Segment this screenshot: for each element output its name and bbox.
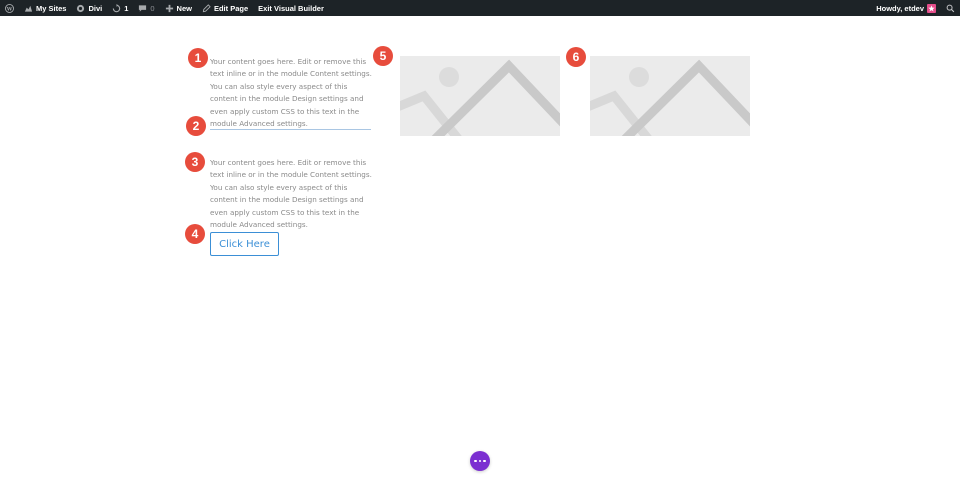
divider-module[interactable] [210, 129, 371, 130]
edit-page-link[interactable]: Edit Page [197, 0, 253, 16]
edit-page-label: Edit Page [213, 3, 249, 13]
svg-text:W: W [6, 6, 13, 12]
admin-bar: W My Sites Divi 1 0 New Edit Page Exit V… [0, 0, 960, 16]
search-button[interactable] [941, 0, 960, 16]
text-module-1[interactable]: Your content goes here. Edit or remove t… [210, 56, 372, 130]
my-sites-menu[interactable]: My Sites [19, 0, 71, 16]
exit-visual-builder-link[interactable]: Exit Visual Builder [253, 0, 329, 16]
account-menu[interactable]: Howdy, etdev [871, 0, 941, 16]
page-settings-button[interactable] [470, 451, 490, 471]
plus-icon [165, 4, 173, 12]
image-placeholder-icon [400, 56, 560, 136]
new-label: New [176, 3, 192, 13]
updates-count: 1 [124, 3, 129, 13]
avatar [927, 3, 936, 13]
module-number-badge-1: 1 [188, 48, 208, 68]
avatar-star-icon [928, 4, 935, 12]
more-dots-icon [474, 459, 477, 463]
updates-menu[interactable]: 1 [107, 0, 133, 16]
more-dots-icon [478, 459, 482, 463]
comments-count: 0 [150, 3, 155, 13]
wordpress-icon: W [5, 3, 14, 13]
divi-label: Divi [88, 3, 103, 13]
module-number-badge-6: 6 [566, 47, 586, 67]
module-number-badge-5: 5 [373, 46, 393, 66]
exit-visual-builder-label: Exit Visual Builder [258, 3, 324, 13]
admin-bar-right: Howdy, etdev [871, 0, 960, 16]
click-here-button[interactable]: Click Here [210, 232, 279, 256]
more-dots-icon [483, 459, 486, 463]
admin-bar-left: W My Sites Divi 1 0 New Edit Page Exit V… [0, 0, 329, 16]
image-placeholder-icon [590, 56, 750, 136]
comments-menu[interactable]: 0 [133, 0, 159, 16]
updates-icon [112, 3, 121, 12]
module-number-badge-4: 4 [185, 224, 205, 244]
divi-menu[interactable]: Divi [71, 0, 107, 16]
image-module-1[interactable] [400, 56, 560, 136]
my-sites-icon [24, 5, 33, 12]
my-sites-label: My Sites [36, 3, 67, 13]
search-icon [946, 4, 955, 12]
comments-icon [139, 4, 147, 12]
text-module-2[interactable]: Your content goes here. Edit or remove t… [210, 157, 372, 231]
module-number-badge-3: 3 [185, 152, 205, 172]
module-number-badge-2: 2 [186, 116, 206, 136]
divi-icon [77, 4, 85, 12]
howdy-label: Howdy, etdev [876, 3, 924, 13]
image-module-2[interactable] [590, 56, 750, 136]
new-content-menu[interactable]: New [160, 0, 197, 16]
wordpress-logo-button[interactable]: W [0, 0, 19, 16]
pencil-icon [202, 3, 211, 12]
